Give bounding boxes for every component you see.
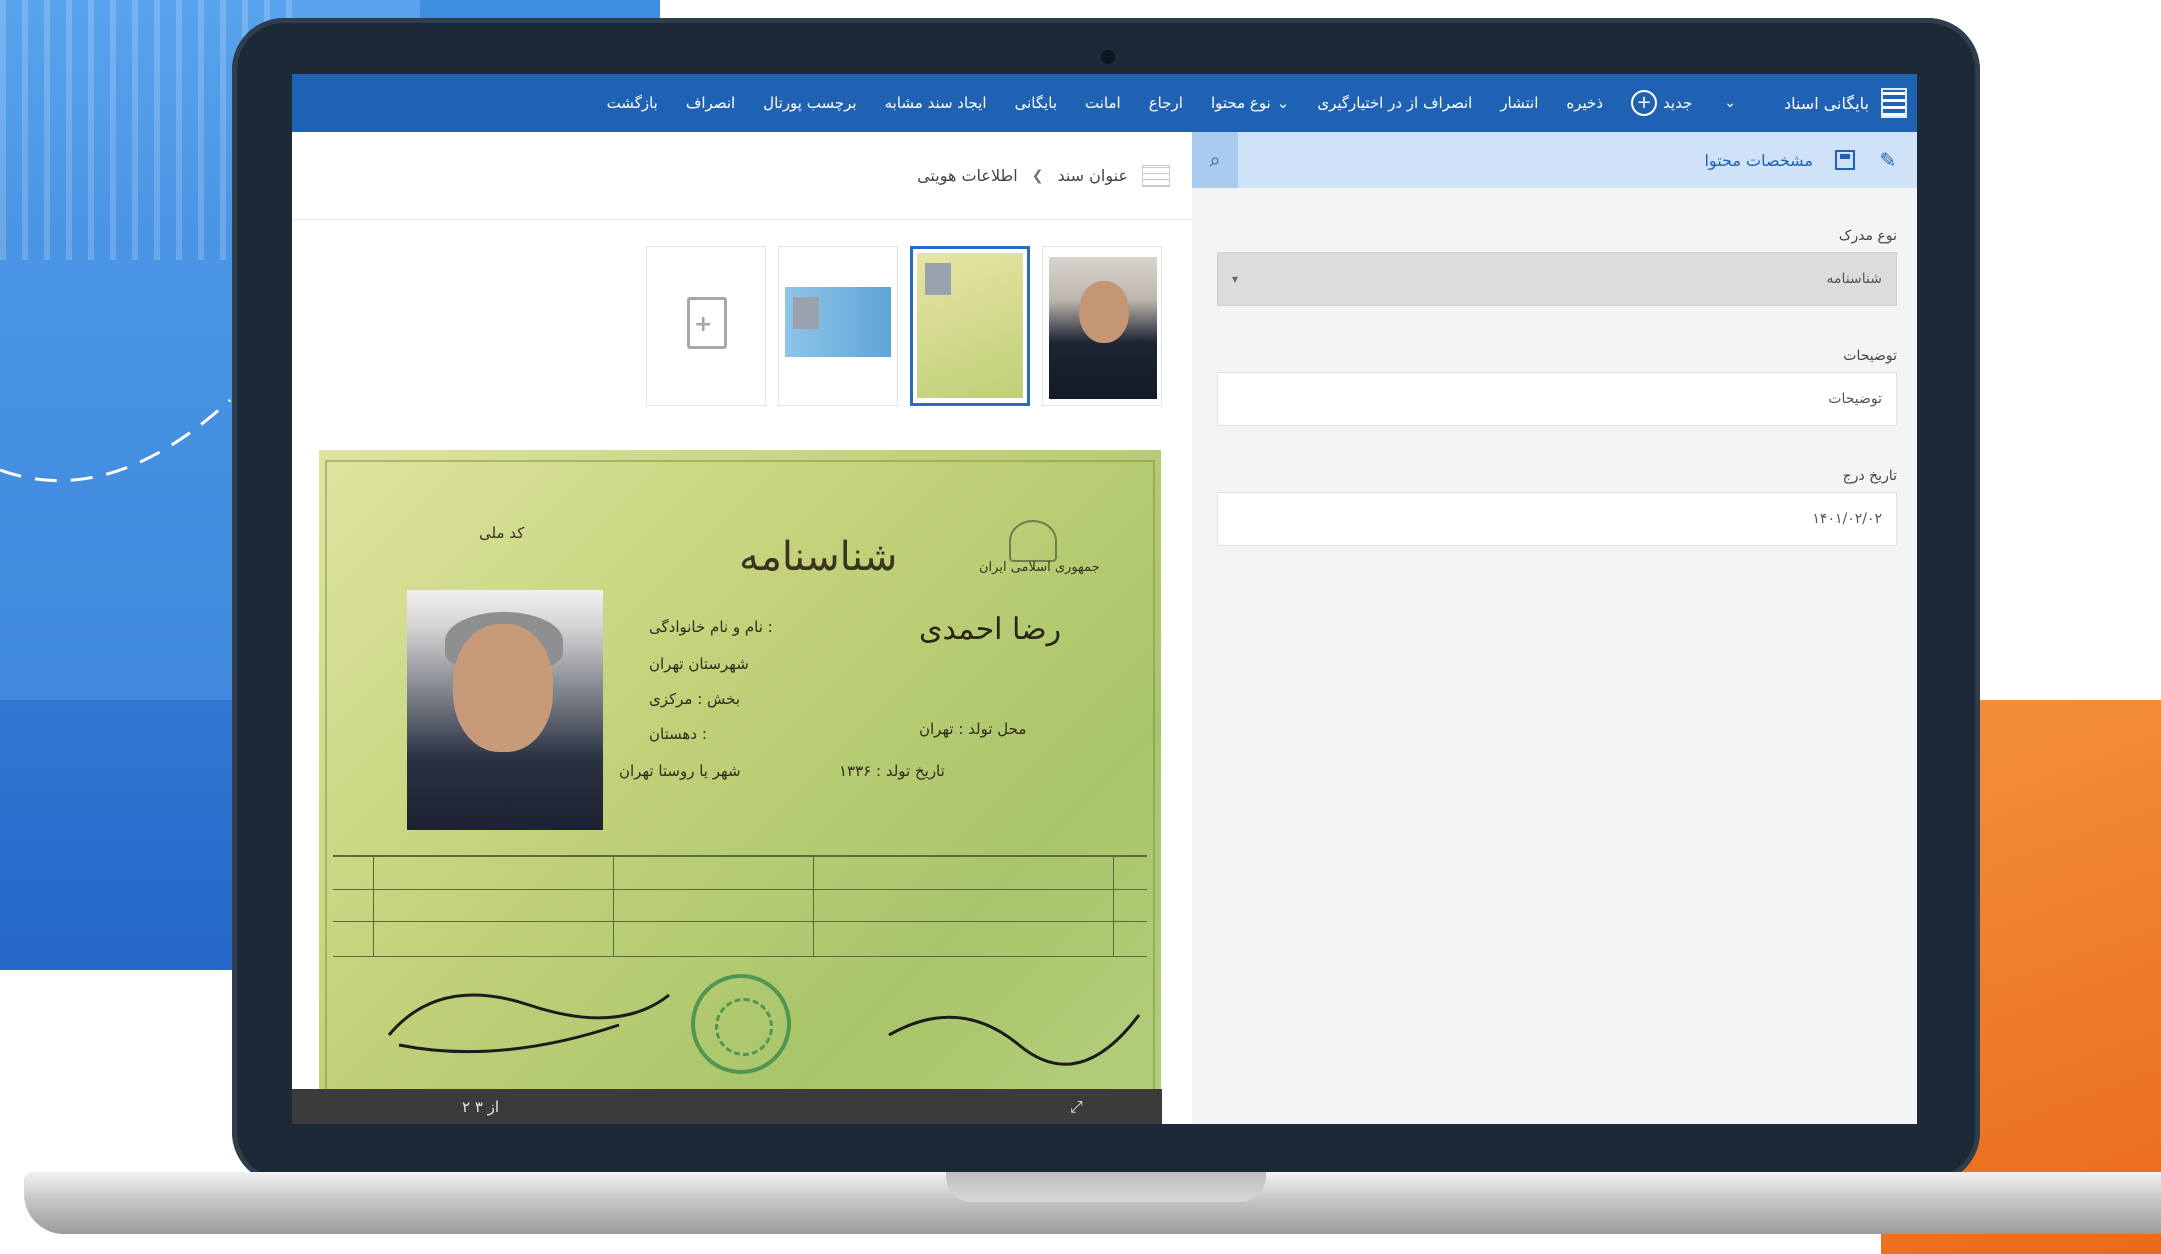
thumbnail-strip <box>602 246 1162 416</box>
plus-icon: + <box>1631 90 1658 116</box>
portrait-image <box>1049 257 1157 399</box>
expand-icon[interactable]: ⤢ <box>1070 1097 1083 1117</box>
archive-logo-icon <box>1881 88 1907 118</box>
field-description: توضیحات توضیحات <box>1217 348 1897 426</box>
cancel-checkout-button[interactable]: انصراف از در اختیارگیری <box>1303 94 1486 112</box>
breadcrumb-doc-title[interactable]: عنوان سند <box>1057 166 1128 185</box>
signature-icon <box>888 1014 1141 1066</box>
card-table <box>333 855 1147 957</box>
portal-label-button[interactable]: برچسب پورتال <box>749 94 870 112</box>
new-label: جدید <box>1663 94 1693 112</box>
field-label: توضیحات <box>1843 348 1897 364</box>
card-subtitle: کد ملی <box>479 524 525 542</box>
card-line: شهرستان تهران <box>649 655 749 673</box>
input-value: ۱۴۰۱/۰۲/۰۲ <box>1812 511 1882 527</box>
thumbnail-photo[interactable] <box>1042 246 1162 406</box>
select-value: شناسنامه <box>1826 271 1882 287</box>
laptop-notch <box>946 1172 1266 1202</box>
new-button[interactable]: + جدید <box>1617 90 1706 116</box>
discard-button[interactable]: انصراف <box>672 94 749 112</box>
emblem-icon <box>1009 520 1057 562</box>
national-card-image <box>785 287 891 357</box>
app-screen: بایگانی اسناد ⌄ + جدید ذخیره انتشار انصر… <box>292 74 1917 1124</box>
field-insert-date: تاریخ درج ۱۴۰۱/۰۲/۰۲ <box>1217 468 1897 546</box>
edit-icon[interactable]: ✎ <box>1877 148 1899 172</box>
save-button[interactable]: ذخیره <box>1552 94 1617 112</box>
toolbar: بایگانی اسناد ⌄ + جدید ذخیره انتشار انصر… <box>292 74 1917 132</box>
id-card-image <box>917 253 1023 398</box>
card-line: شهر یا روستا تهران <box>619 762 741 780</box>
card-line: محل تولد : تهران <box>919 720 1027 738</box>
card-country: جمهوری اسلامی ایران <box>979 560 1100 575</box>
card-line: نام و نام خانوادگی : <box>649 618 773 636</box>
content-type-menu[interactable]: نوع محتوا ⌄ <box>1197 94 1303 112</box>
card-title: شناسنامه <box>739 534 898 580</box>
chevron-down-icon: ▾ <box>1232 272 1239 286</box>
save-icon[interactable] <box>1835 150 1855 170</box>
content-type-label: نوع محتوا <box>1210 94 1271 112</box>
panel-title: مشخصات محتوا <box>1704 150 1813 170</box>
properties-panel-header: ✎ مشخصات محتوا ⌕ <box>1192 132 1917 188</box>
document-preview: جمهوری اسلامی ایران شناسنامه کد ملی رضا … <box>319 450 1161 1100</box>
card-line: تاریخ تولد : ۱۳۳۶ <box>839 762 945 780</box>
signature-icon <box>387 993 670 1054</box>
field-label: تاریخ درج <box>1842 468 1897 484</box>
document-footer: ۲ از ۳ ⤢ <box>292 1089 1162 1124</box>
field-document-type: نوع مدرک شناسنامه ▾ <box>1217 228 1897 306</box>
loan-button[interactable]: امانت <box>1071 94 1135 112</box>
chevron-left-icon: ❮ <box>1031 167 1044 184</box>
insert-date-input[interactable]: ۱۴۰۱/۰۲/۰۲ <box>1217 492 1897 546</box>
properties-panel: ✎ مشخصات محتوا ⌕ نوع مدرک شناسنامه ▾ توض… <box>1192 132 1917 1124</box>
description-input[interactable]: توضیحات <box>1217 372 1897 426</box>
stamp-seal-icon <box>691 974 791 1074</box>
field-label: نوع مدرک <box>1838 228 1897 244</box>
publish-button[interactable]: انتشار <box>1486 94 1552 112</box>
thumbnail-national-card[interactable] <box>778 246 898 406</box>
document-type-select[interactable]: شناسنامه ▾ <box>1217 252 1897 306</box>
thumbnail-id-card[interactable] <box>910 246 1030 406</box>
add-file-icon <box>687 297 727 349</box>
breadcrumb: عنوان سند ❮ اطلاعات هویتی <box>292 132 1192 220</box>
background-dashed-curve <box>0 398 232 483</box>
breadcrumb-current: اطلاعات هویتی <box>917 166 1018 185</box>
page-indicator: ۲ از ۳ <box>462 1097 500 1116</box>
input-value: توضیحات <box>1828 391 1882 407</box>
chevron-down-icon[interactable]: ⌄ <box>1706 95 1754 111</box>
brand-label: بایگانی اسناد <box>1783 93 1869 113</box>
card-holder-name: رضا احمدی <box>919 612 1062 647</box>
search-icon[interactable]: ⌕ <box>1192 132 1238 188</box>
archive-button[interactable]: بایگانی <box>1001 94 1071 112</box>
create-similar-button[interactable]: ایجاد سند مشابه <box>871 94 1001 112</box>
card-portrait <box>407 590 603 830</box>
camera-icon <box>1101 50 1115 64</box>
card-line: دهستان : <box>649 725 707 743</box>
chevron-down-icon: ⌄ <box>1276 94 1290 112</box>
app-brand[interactable]: بایگانی اسناد <box>1784 88 1907 118</box>
card-line: بخش : مرکزی <box>649 690 741 708</box>
refer-button[interactable]: ارجاع <box>1135 94 1197 112</box>
return-button[interactable]: بازگشت <box>593 94 672 112</box>
list-icon[interactable] <box>1142 164 1170 187</box>
add-document-button[interactable] <box>646 246 766 406</box>
